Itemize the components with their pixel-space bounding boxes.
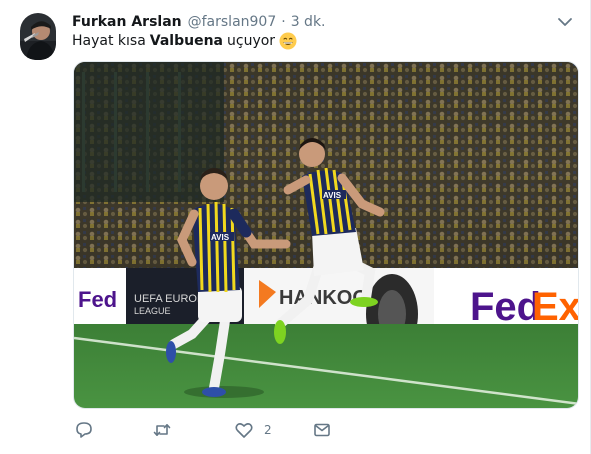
tweet-text-bold: Valbuena bbox=[149, 33, 223, 49]
grinning-face-emoji-icon bbox=[279, 32, 297, 50]
avatar-image bbox=[20, 13, 56, 60]
direct-message-button[interactable] bbox=[312, 420, 332, 440]
tweet-text-part: uçuyor bbox=[227, 33, 276, 49]
tweet-text-part: Hayat kısa bbox=[72, 33, 146, 49]
reply-icon bbox=[76, 422, 92, 438]
football-celebration-photo: Fed UEFA EUROPA LEAGUE HANKOOK Fed Ex AV… bbox=[74, 62, 579, 408]
svg-text:Fed: Fed bbox=[470, 285, 541, 329]
separator-dot: · bbox=[281, 14, 286, 30]
heart-icon bbox=[235, 423, 253, 438]
envelope-icon bbox=[314, 423, 330, 437]
user-handle[interactable]: @farslan907 bbox=[188, 14, 277, 30]
tweet-text: Hayat kısa Valbuena uçuyor bbox=[72, 31, 297, 51]
retweet-button[interactable] bbox=[152, 420, 182, 440]
svg-text:Fed: Fed bbox=[78, 287, 117, 312]
tweet[interactable]: Furkan Arslan @farslan907 · 3 dk. Hayat … bbox=[0, 0, 591, 454]
reply-button[interactable] bbox=[74, 420, 104, 440]
svg-text:AVIS: AVIS bbox=[323, 191, 342, 200]
svg-text:LEAGUE: LEAGUE bbox=[134, 306, 171, 316]
tweet-actions: 2 bbox=[72, 420, 342, 446]
svg-text:Ex: Ex bbox=[532, 285, 579, 329]
avatar[interactable] bbox=[20, 13, 56, 60]
tweet-header: Furkan Arslan @farslan907 · 3 dk. bbox=[72, 11, 576, 33]
user-name[interactable]: Furkan Arslan bbox=[72, 14, 182, 30]
chevron-down-icon[interactable] bbox=[556, 13, 574, 31]
like-button[interactable]: 2 bbox=[234, 420, 272, 440]
tweet-timestamp[interactable]: 3 dk. bbox=[291, 14, 326, 30]
svg-text:AVIS: AVIS bbox=[211, 233, 230, 242]
tweet-media-photo[interactable]: Fed UEFA EUROPA LEAGUE HANKOOK Fed Ex AV… bbox=[73, 61, 579, 409]
retweet-icon bbox=[153, 424, 171, 436]
like-count: 2 bbox=[264, 423, 272, 437]
